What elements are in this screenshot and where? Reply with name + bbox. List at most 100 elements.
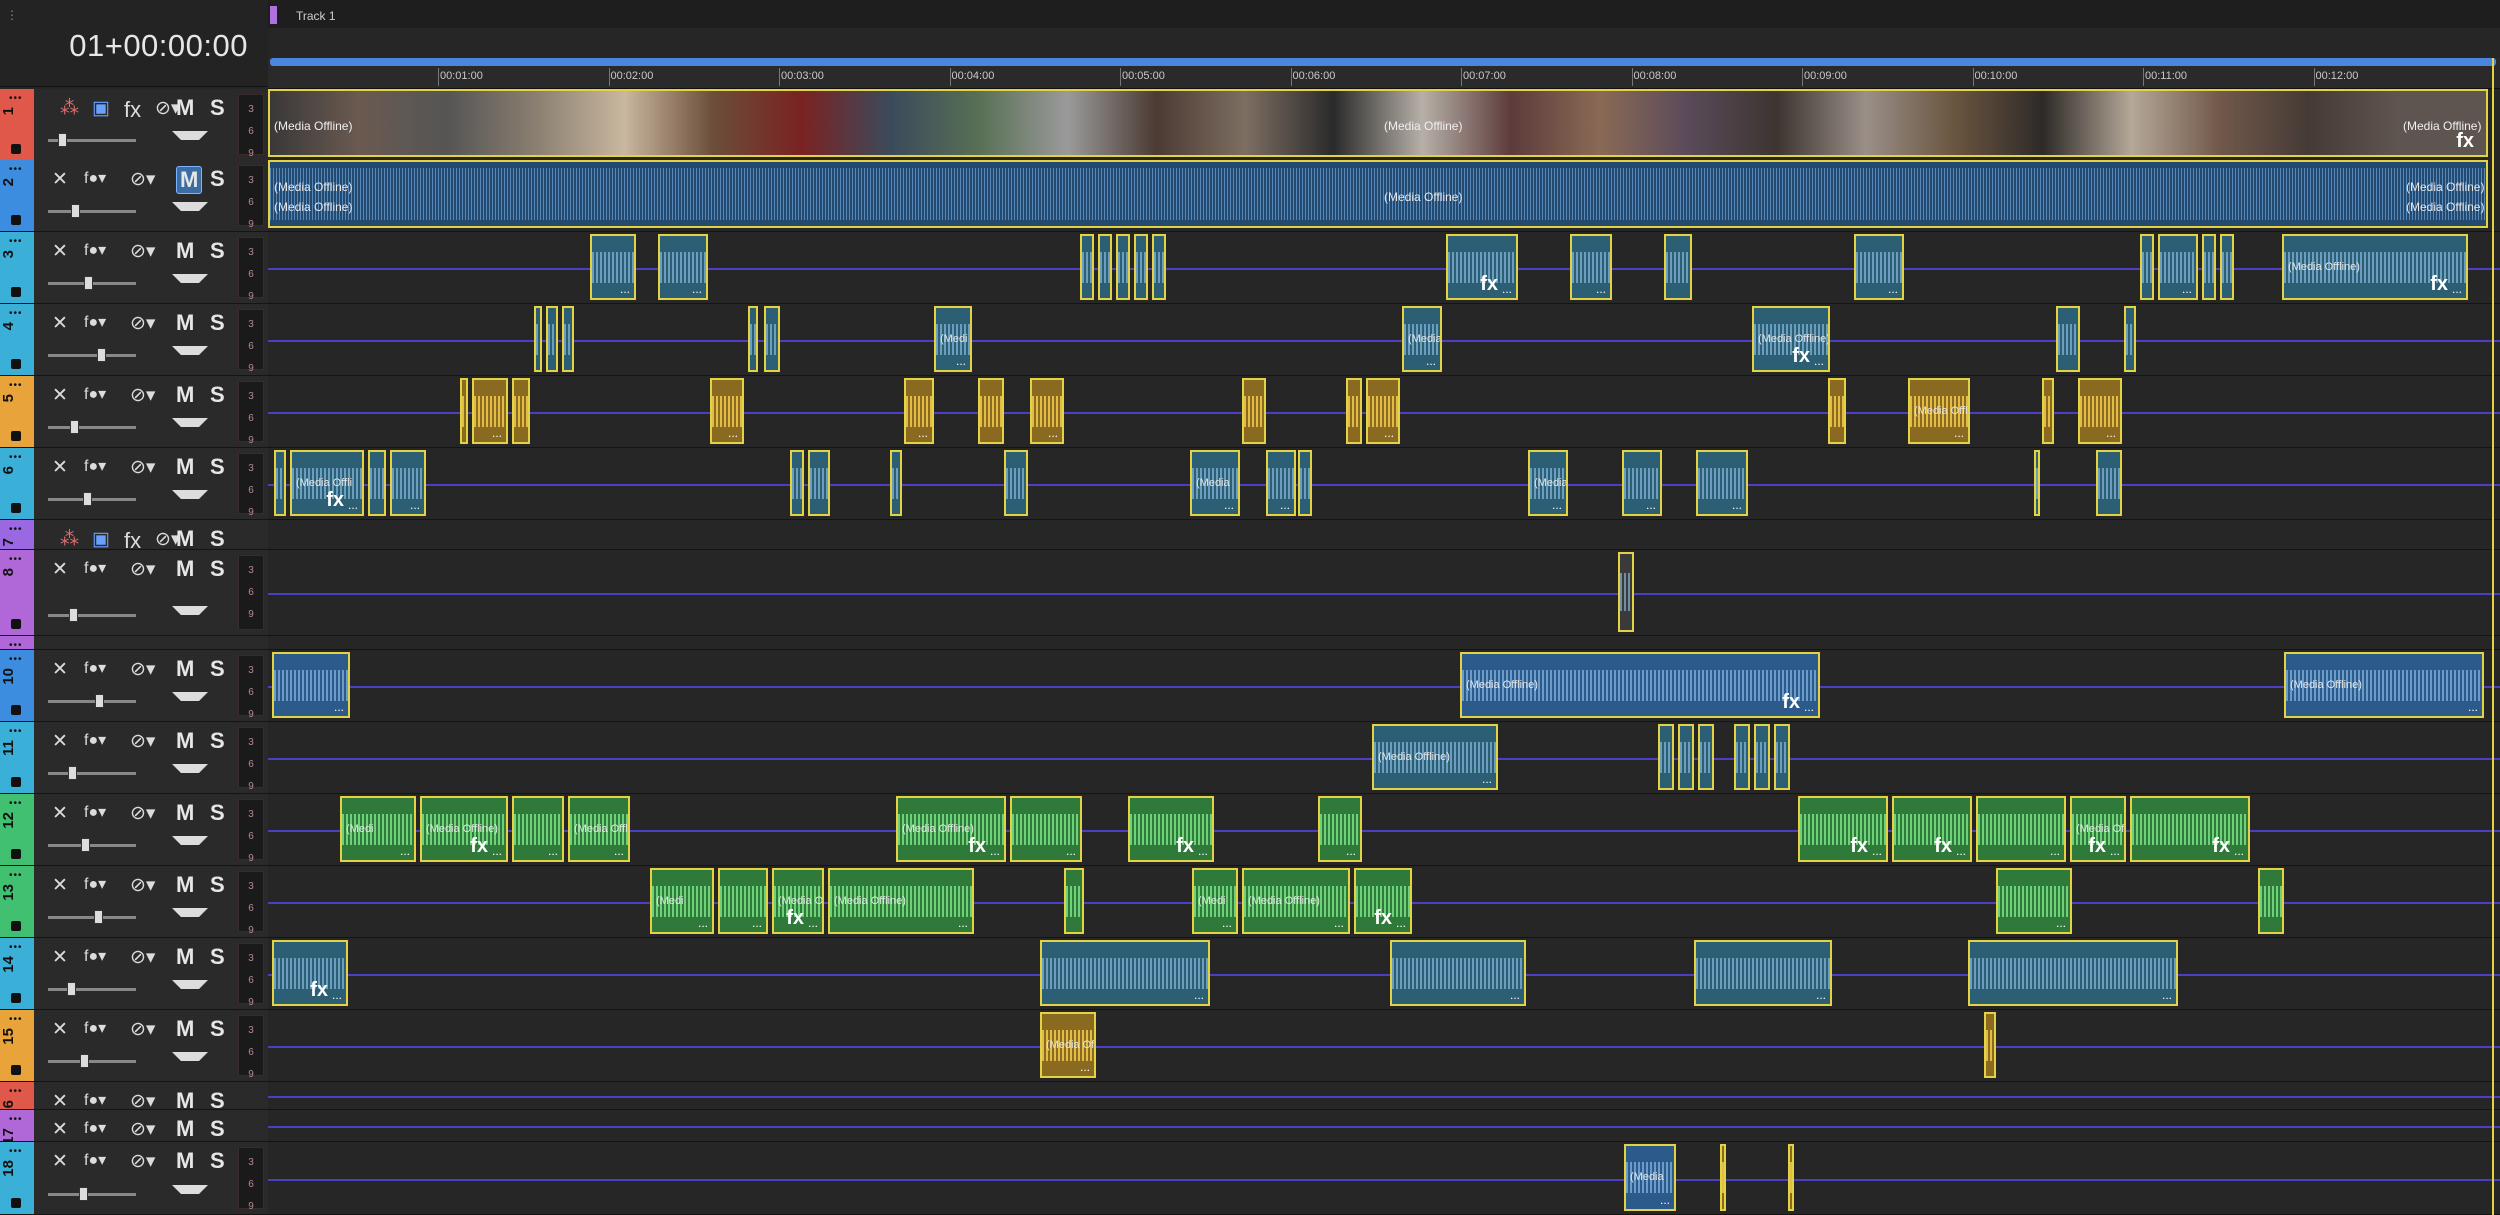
audio-clip[interactable]: ... (1696, 450, 1748, 516)
clip-more-icon[interactable]: ... (1198, 844, 1208, 858)
audio-clip[interactable]: ... (2078, 378, 2122, 444)
audio-clip[interactable]: (Media Offline)... (1372, 724, 1498, 790)
mute-button[interactable]: M (176, 382, 194, 408)
audio-clip[interactable]: (Medi... (1192, 868, 1238, 934)
track-menu-dots-icon[interactable]: ••• (9, 654, 23, 665)
pan-indicator-icon[interactable] (172, 980, 208, 989)
audio-clip[interactable] (1152, 234, 1166, 300)
volume-fader-knob[interactable] (71, 204, 80, 218)
pan-indicator-icon[interactable] (172, 490, 208, 499)
volume-fader-knob[interactable] (80, 1054, 89, 1068)
clip-more-icon[interactable]: ... (698, 916, 708, 930)
invert-phase-icon[interactable]: ✕ (52, 658, 68, 681)
track-menu-dots-icon[interactable]: ••• (9, 524, 23, 535)
track-lane-7[interactable] (268, 520, 2500, 550)
track-color-tab[interactable]: ••• 12 (0, 794, 34, 865)
volume-envelope-line[interactable] (268, 1179, 2500, 1181)
track-color-tab[interactable]: ••• 10 (0, 650, 34, 721)
automation-icon[interactable]: ⊘▾ (130, 1018, 155, 1041)
mute-button[interactable]: M (176, 1016, 194, 1042)
track-menu-dots-icon[interactable]: ••• (9, 1086, 23, 1097)
track-menu-dots-icon[interactable]: ••• (9, 726, 23, 737)
audio-clip[interactable] (1788, 1144, 1794, 1211)
automation-icon[interactable]: ⊘▾ (130, 168, 155, 191)
audio-clip[interactable] (1618, 552, 1634, 632)
audio-clip[interactable]: (Media... (1402, 306, 1442, 372)
audio-clip[interactable] (2124, 306, 2136, 372)
automation-icon[interactable]: ⊘▾ (130, 312, 155, 335)
clip-more-icon[interactable]: ... (1222, 916, 1232, 930)
clip-more-icon[interactable]: ... (2110, 844, 2120, 858)
audio-clip[interactable] (1080, 234, 1094, 300)
solo-button[interactable]: S (210, 1116, 225, 1142)
mute-button[interactable]: M (176, 1148, 194, 1174)
invert-phase-icon[interactable]: ✕ (52, 1018, 68, 1041)
mute-button[interactable]: M (176, 1116, 194, 1142)
clip-more-icon[interactable]: ... (1816, 988, 1826, 1002)
audio-clip[interactable] (1242, 378, 1266, 444)
invert-phase-icon[interactable]: ✕ (52, 802, 68, 825)
audio-clip[interactable] (1754, 724, 1770, 790)
clip-more-icon[interactable]: ... (1346, 844, 1356, 858)
track-menu-dots-icon[interactable]: ••• (9, 1146, 23, 1157)
clip-fx-icon[interactable]: fx (968, 835, 986, 858)
pan-indicator-icon[interactable] (172, 836, 208, 845)
volume-fader[interactable] (48, 1054, 136, 1068)
audio-clip[interactable]: (Media Offline)fx... (2282, 234, 2468, 300)
track-fx-button[interactable]: fx (124, 97, 141, 123)
clip-more-icon[interactable]: ... (2452, 282, 2462, 296)
clip-more-icon[interactable]: ... (332, 988, 342, 1002)
clip-more-icon[interactable]: ... (1482, 772, 1492, 786)
clip-more-icon[interactable]: ... (990, 844, 1000, 858)
clip-more-icon[interactable]: ... (334, 700, 344, 714)
track-color-tab[interactable]: ••• 16 (0, 1082, 34, 1117)
clip-more-icon[interactable]: ... (1426, 354, 1436, 368)
solo-button[interactable]: S (210, 944, 225, 970)
track-color-tab[interactable]: ••• 14 (0, 938, 34, 1009)
track-color-tab[interactable]: ••• 4 (0, 304, 34, 375)
solo-button[interactable]: S (210, 166, 225, 192)
audio-clip[interactable]: ... (1976, 796, 2066, 862)
time-ruler[interactable]: 00:01:00 00:02:00 00:03:00 00:04:00 00:05:00… (268, 58, 2500, 89)
clip-fx-icon[interactable]: fx (2430, 273, 2448, 296)
clip-more-icon[interactable]: ... (1334, 916, 1344, 930)
automation-icon[interactable]: ⊘▾ (130, 1150, 155, 1173)
audio-clip[interactable] (2034, 450, 2040, 516)
video-event-strip[interactable]: (Media Offline) (Media Offline) (Media Off… (268, 89, 2488, 157)
track-color-tab[interactable]: ••• 15 (0, 1010, 34, 1081)
track-menu-dots-icon[interactable]: ••• (9, 870, 23, 881)
invert-phase-icon[interactable]: ✕ (52, 240, 68, 263)
volume-fader[interactable] (48, 276, 136, 290)
volume-fader[interactable] (48, 133, 136, 147)
audio-clip[interactable] (2202, 234, 2216, 300)
clip-fx-icon[interactable]: fx (1934, 835, 1952, 858)
mute-button[interactable]: M (176, 238, 194, 264)
clip-more-icon[interactable]: ... (492, 844, 502, 858)
clip-more-icon[interactable]: ... (728, 426, 738, 440)
audio-clip[interactable]: ... (472, 378, 508, 444)
audio-clip[interactable]: ... (590, 234, 636, 300)
pan-indicator-icon[interactable] (172, 131, 208, 140)
audio-clip[interactable]: (Media Offline)fx... (1752, 306, 1830, 372)
audio-clip[interactable]: ... (1968, 940, 2178, 1006)
clip-more-icon[interactable]: ... (1194, 988, 1204, 1002)
invert-phase-icon[interactable]: ✕ (52, 312, 68, 335)
clip-more-icon[interactable]: ... (348, 498, 358, 512)
clip-more-icon[interactable]: ... (2050, 844, 2060, 858)
clip-fx-icon[interactable]: fx (1782, 691, 1800, 714)
mute-button[interactable]: M (176, 872, 194, 898)
audio-clip[interactable] (562, 306, 574, 372)
audio-clip[interactable] (978, 378, 1004, 444)
clip-fx-icon[interactable]: fx (1176, 835, 1194, 858)
volume-fader[interactable] (48, 608, 136, 622)
audio-clip[interactable] (1720, 1144, 1726, 1211)
solo-button[interactable]: S (210, 526, 225, 552)
audio-clip[interactable] (764, 306, 780, 372)
audio-clip[interactable] (1664, 234, 1692, 300)
clip-more-icon[interactable]: ... (918, 426, 928, 440)
clip-more-icon[interactable]: ... (1732, 498, 1742, 512)
volume-envelope-line[interactable] (268, 1096, 2500, 1098)
solo-button[interactable]: S (210, 95, 225, 121)
clip-more-icon[interactable]: ... (1888, 282, 1898, 296)
clip-more-icon[interactable]: ... (548, 844, 558, 858)
